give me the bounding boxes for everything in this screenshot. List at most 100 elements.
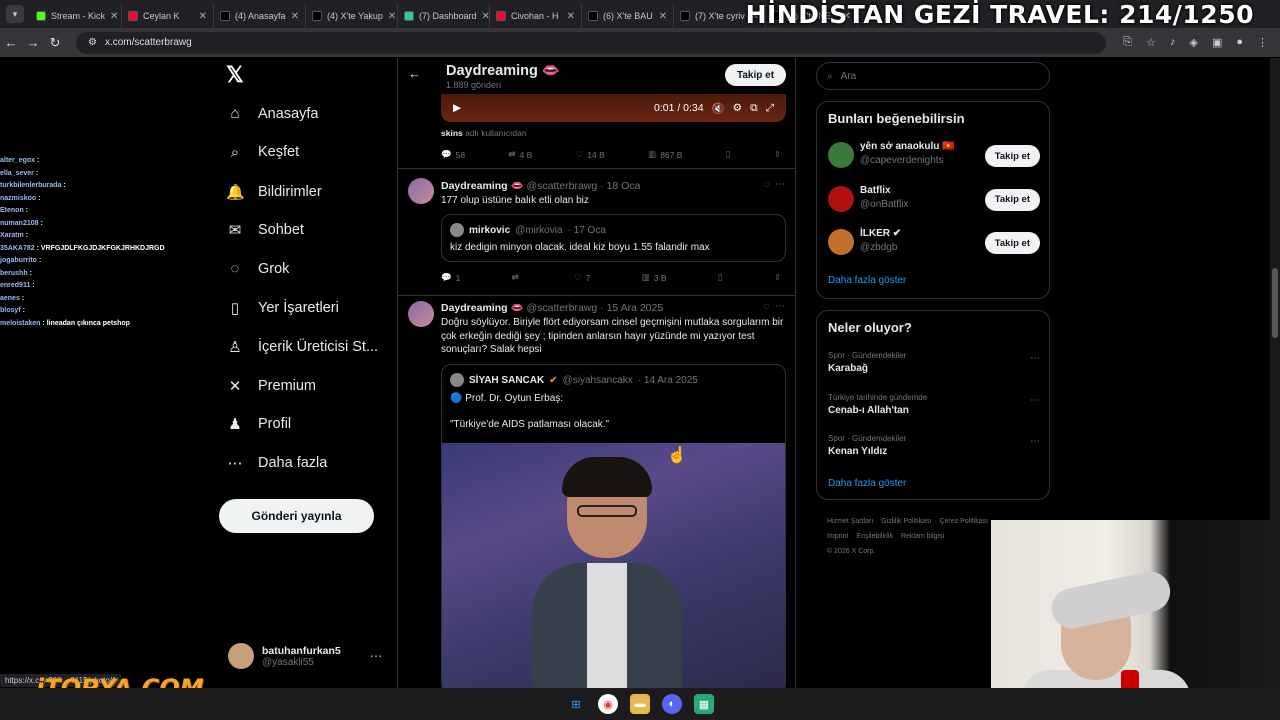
discord-icon[interactable]: ◐ xyxy=(662,694,682,714)
close-tab-icon[interactable]: ✕ xyxy=(110,11,118,22)
quote-image[interactable] xyxy=(442,443,785,688)
x-logo-icon[interactable]: 𝕏 xyxy=(226,62,244,88)
nav-item[interactable]: ⌂ Anasayfa xyxy=(226,105,318,122)
trend-more-icon[interactable]: ⋯ xyxy=(1030,395,1040,406)
pip-icon[interactable]: ⧉ xyxy=(750,102,758,115)
footer-link[interactable]: Erişilebilirlik xyxy=(856,533,893,540)
url-input[interactable]: ⚙ x.com/scatterbrawg xyxy=(76,31,1106,54)
star-icon[interactable]: ☆ xyxy=(1146,36,1156,49)
close-tab-icon[interactable]: ✕ xyxy=(388,11,396,22)
avatar[interactable] xyxy=(828,142,854,168)
chat-username[interactable]: jogaburrito xyxy=(0,257,37,264)
quoted-tweet[interactable]: SİYAH SANCAK ✔ @siyahsancakx · 14 Ara 2025 … xyxy=(441,364,786,688)
reload-icon[interactable]: ↻ xyxy=(44,35,66,51)
repost-button[interactable]: ⇄ 4 B xyxy=(508,149,532,160)
trend-more-icon[interactable]: ⋯ xyxy=(1030,353,1040,364)
play-icon[interactable]: ▶ xyxy=(453,102,461,114)
browser-tab[interactable]: (7) Dashboard ✕ xyxy=(398,4,490,28)
suggested-account[interactable]: Batflix @onBatflix Takip et xyxy=(828,183,1040,217)
footer-link[interactable]: Çerez Politikası xyxy=(939,518,988,525)
footer-link[interactable]: Imprint xyxy=(827,533,848,540)
suggested-account[interactable]: İLKER ✔ @zbdgb Takip et xyxy=(828,226,1040,260)
author-name[interactable]: Daydreaming xyxy=(441,180,508,192)
search-input[interactable]: ⌕ Ara xyxy=(816,62,1050,90)
fullscreen-icon[interactable]: ⤢ xyxy=(766,102,774,115)
tweet-menu-icon[interactable]: ◌ ⋯ xyxy=(764,179,786,190)
puzzle-icon[interactable]: ▣ xyxy=(1212,36,1222,49)
settings-icon[interactable]: ⚙ xyxy=(733,102,742,114)
account-switcher[interactable]: batuhanfurkan5 @yasakli55 ⋯ xyxy=(228,643,382,669)
footer-link[interactable]: Gizlilik Politikası xyxy=(881,518,931,525)
tweet[interactable]: Daydreaming 👄 @scatterbrawg · 15 Ara 202… xyxy=(398,295,795,688)
follow-button[interactable]: Takip et xyxy=(984,188,1040,211)
browser-tab[interactable]: Ceylan K ✕ xyxy=(122,4,214,28)
chrome-icon[interactable]: ◉ xyxy=(598,694,618,714)
chat-username[interactable]: ella_sever xyxy=(0,170,34,177)
browser-tab[interactable]: Stream - Kick ✕ xyxy=(30,4,122,28)
close-tab-icon[interactable]: ✕ xyxy=(199,11,207,22)
tweet[interactable]: Daydreaming 👄 @scatterbrawg · 18 Oca ◌ ⋯… xyxy=(398,168,795,295)
mute-icon[interactable]: 🔇 xyxy=(712,102,725,115)
browser-tab[interactable]: (6) X'te BAU ✕ xyxy=(582,4,674,28)
suggested-name[interactable]: yên sở anaokulu 🇻🇳 xyxy=(860,141,955,152)
suggestions-show-more[interactable]: Daha fazla göster xyxy=(828,275,906,286)
app-icon[interactable]: ▦ xyxy=(694,694,714,714)
quoted-tweet[interactable]: mirkovic @mirkovia · 17 Oca kiz dedigin mi… xyxy=(441,214,786,262)
nav-item[interactable]: ▯ Yer İşaretleri xyxy=(226,299,339,317)
tweet-date[interactable]: · 15 Ara 2025 xyxy=(600,302,663,314)
close-tab-icon[interactable]: ✕ xyxy=(659,11,667,22)
account-more-icon[interactable]: ⋯ xyxy=(370,649,382,663)
footer-link[interactable]: Reklam bilgisi xyxy=(901,533,944,540)
author-handle[interactable]: @scatterbrawg xyxy=(526,302,597,314)
profile-avatar-icon[interactable]: ● xyxy=(1236,36,1243,49)
back-arrow-icon[interactable]: ← xyxy=(408,66,421,81)
trend-item[interactable]: Spor · Gündemdekiler Karabağ ⋯ xyxy=(828,351,1040,374)
nav-item[interactable]: ⌕ Keşfet xyxy=(226,144,299,161)
chat-username[interactable]: Xaratm xyxy=(0,232,24,239)
views-button[interactable]: ▥ 3 B xyxy=(642,272,667,283)
chat-username[interactable]: enred911 xyxy=(0,282,30,289)
post-button[interactable]: Gönderi yayınla xyxy=(219,499,374,533)
attribution-user[interactable]: skins xyxy=(441,128,463,138)
close-tab-icon[interactable]: ✕ xyxy=(291,11,299,22)
nav-item[interactable]: 🔔 Bildirimler xyxy=(226,183,322,201)
share-icon[interactable]: ⇪ xyxy=(774,149,781,160)
chat-username[interactable]: meloistaken xyxy=(0,320,40,327)
trend-item[interactable]: Türkiye tarihinde gündemde Cenab-ı Allah'… xyxy=(828,393,1040,416)
windows-start-icon[interactable]: ⊞ xyxy=(566,694,586,714)
nav-item[interactable]: ♙ İçerik Üreticisi St... xyxy=(226,338,378,356)
follow-button[interactable]: Takip et xyxy=(984,232,1040,254)
nav-item[interactable]: ⋯ Daha fazla xyxy=(226,454,328,472)
tweet-date[interactable]: · 18 Oca xyxy=(600,180,640,192)
chat-username[interactable]: Etenon xyxy=(0,207,24,214)
chat-username[interactable]: turkbilenlerburada xyxy=(0,182,61,189)
like-button[interactable]: ♡ 14 B xyxy=(576,149,605,160)
site-info-icon[interactable]: ⚙ xyxy=(88,37,97,48)
nav-item[interactable]: ◌ Grok xyxy=(226,260,290,277)
avatar[interactable] xyxy=(828,229,854,255)
close-tab-icon[interactable]: ✕ xyxy=(567,11,575,22)
forward-icon[interactable]: → xyxy=(22,35,44,50)
close-tab-icon[interactable]: ✕ xyxy=(482,11,489,22)
trends-show-more[interactable]: Daha fazla göster xyxy=(828,478,906,489)
suggested-name[interactable]: Batflix xyxy=(860,185,891,196)
tweet-menu-icon[interactable]: ◌ ⋯ xyxy=(764,301,786,312)
browser-tab[interactable]: (4) X'te Yakup ✕ xyxy=(306,4,398,28)
chat-username[interactable]: aenes xyxy=(0,295,20,302)
author-handle[interactable]: @scatterbrawg xyxy=(526,180,597,192)
share-icon[interactable]: ⇪ xyxy=(774,272,781,283)
suggested-name[interactable]: İLKER ✔ xyxy=(860,228,901,239)
views-button[interactable]: ▥ 867 B xyxy=(648,149,682,160)
footer-link[interactable]: © 2026 X Corp. xyxy=(827,548,875,555)
chat-username[interactable]: nazmiskoo xyxy=(0,195,36,202)
chat-username[interactable]: numan2108 xyxy=(0,220,39,227)
chat-username[interactable]: 35AKA782 xyxy=(0,245,35,252)
extension-icon[interactable]: ◈ xyxy=(1189,36,1197,49)
trend-more-icon[interactable]: ⋯ xyxy=(1030,436,1040,447)
file-explorer-icon[interactable]: ▬ xyxy=(630,694,650,714)
repost-button[interactable]: ⇄ xyxy=(512,272,523,283)
chat-username[interactable]: alter_egox xyxy=(0,157,35,164)
tab-search-icon[interactable]: ▾ xyxy=(6,5,24,23)
nav-item[interactable]: ✕ Premium xyxy=(226,377,316,395)
reply-button[interactable]: 💬 1 xyxy=(441,272,460,283)
